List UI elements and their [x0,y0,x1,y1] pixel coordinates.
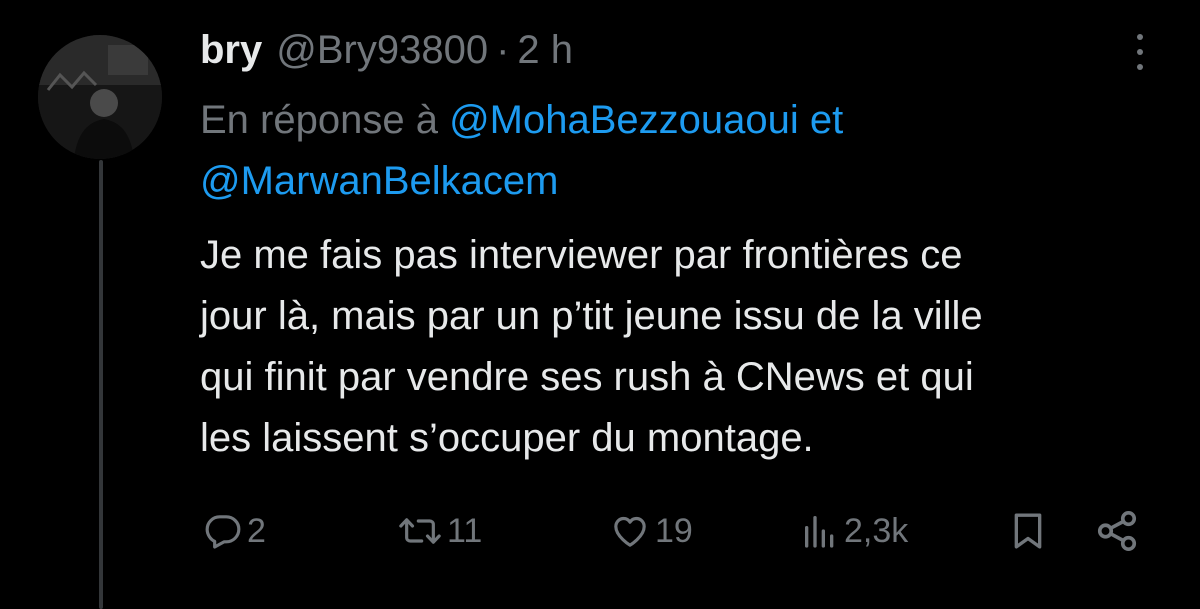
tweet-header: bry @Bry93800 · 2 h [200,24,573,76]
more-icon[interactable] [1120,28,1160,76]
tweet-text-line: qui finit par vendre ses rush à CNews et… [200,355,974,399]
heart-icon [614,516,646,547]
reply-joiner: et [809,98,844,142]
user-handle[interactable]: @Bry93800 [276,28,488,73]
tweet-text-line: jour là, mais par un p’tit jeune issu de… [200,294,983,338]
tweet-text-line: les laissent s’occuper du montage. [200,416,814,460]
avatar-image [38,35,162,159]
mention-link-1[interactable]: @MohaBezzouaoui [449,98,799,142]
reply-prefix: En réponse à [200,98,438,142]
separator-dot: · [496,27,510,72]
thread-line [99,160,103,609]
views-icon [805,516,834,548]
share-icon [1097,510,1137,552]
repost-button[interactable]: 11 [397,507,482,555]
repost-icon [399,518,441,544]
mention-link-2[interactable]: @MarwanBelkacem [200,159,559,203]
reply-context: En réponse à @MohaBezzouaoui et @MarwanB… [200,90,1100,212]
reply-count: 2 [247,511,266,550]
timestamp[interactable]: 2 h [517,28,573,73]
views-button[interactable]: 2,3k [800,507,908,555]
tweet-text: Je me fais pas interviewer par frontière… [200,225,1160,469]
share-button[interactable] [1094,507,1140,555]
views-count: 2,3k [844,511,909,550]
tweet-text-line: Je me fais pas interviewer par frontière… [200,233,963,277]
repost-count: 11 [447,511,483,550]
reply-icon [205,515,241,549]
display-name[interactable]: bry [200,28,262,73]
bookmark-button[interactable] [1008,507,1048,555]
reply-button[interactable]: 2 [203,507,266,555]
avatar[interactable] [38,35,162,159]
bookmark-icon [1014,513,1042,549]
like-button[interactable]: 19 [609,507,693,555]
like-count: 19 [655,511,693,550]
